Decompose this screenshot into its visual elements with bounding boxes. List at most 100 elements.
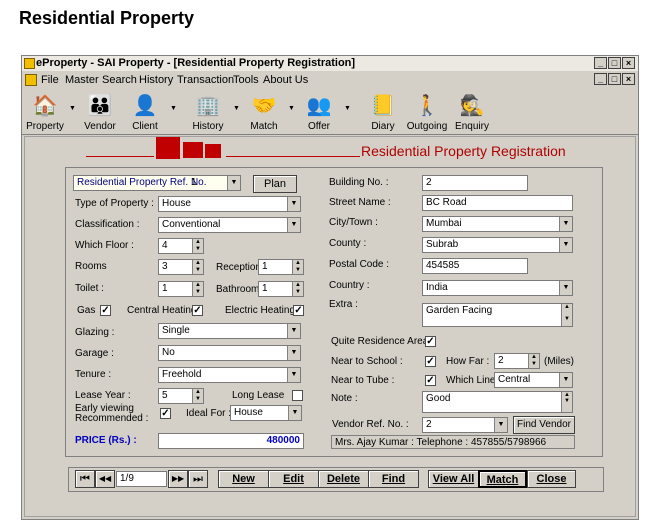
postal-input[interactable]: 454585 xyxy=(422,258,528,274)
tenure-select[interactable]: Freehold ▼ xyxy=(158,367,301,383)
minimize-button[interactable]: _ xyxy=(594,57,607,69)
close-window-button[interactable]: × xyxy=(622,57,635,69)
reception-stepper[interactable]: 1 ▲ ▼ xyxy=(258,259,304,275)
type-select[interactable]: House ▼ xyxy=(158,196,301,212)
toolbar-client[interactable]: 👤 Client xyxy=(125,91,165,133)
find-vendor-button[interactable]: Find Vendor xyxy=(513,416,575,434)
chevron-down-icon[interactable]: ▼ xyxy=(287,197,300,211)
county-label: County : xyxy=(329,238,367,249)
toolbar-enquiry[interactable]: 🕵 Enquiry xyxy=(452,91,492,133)
dropdown-arrow-icon[interactable]: ▼ xyxy=(233,105,240,112)
edit-button[interactable]: Edit xyxy=(268,470,319,488)
spin-icon[interactable]: ▲ ▼ xyxy=(192,282,203,296)
toolbar-match[interactable]: 🤝 Match xyxy=(244,91,284,133)
scrollbar[interactable]: ▲ ▼ xyxy=(561,392,572,412)
chevron-down-icon[interactable]: ▼ xyxy=(227,176,240,190)
toolbar-history[interactable]: 🏢 History xyxy=(188,91,228,133)
extra-textarea[interactable]: Garden Facing ▲ ▼ xyxy=(422,303,573,327)
vendor-ref-select[interactable]: 2 ▼ xyxy=(422,417,508,433)
city-select[interactable]: Mumbai ▼ xyxy=(422,216,573,232)
spin-icon[interactable]: ▲ ▼ xyxy=(528,354,539,368)
maximize-button[interactable]: □ xyxy=(608,57,621,69)
which-line-select[interactable]: Central ▼ xyxy=(494,372,573,388)
chevron-down-icon[interactable]: ▼ xyxy=(287,324,300,338)
dropdown-arrow-icon[interactable]: ▼ xyxy=(288,105,295,112)
doc-close-button[interactable]: × xyxy=(622,73,635,85)
dropdown-arrow-icon[interactable]: ▼ xyxy=(170,105,177,112)
rooms-label: Rooms xyxy=(75,261,107,272)
central-heating-checkbox[interactable]: ✓ xyxy=(192,305,203,316)
spin-icon[interactable]: ▲ ▼ xyxy=(192,239,203,253)
tube-checkbox[interactable]: ✓ xyxy=(425,375,436,386)
delete-button[interactable]: Delete xyxy=(318,470,369,488)
garage-select[interactable]: No ▼ xyxy=(158,345,301,361)
toilet-stepper[interactable]: 1 ▲ ▼ xyxy=(158,281,204,297)
price-input[interactable]: 480000 xyxy=(158,433,304,449)
next-record-button[interactable]: ▶▶ xyxy=(168,470,188,488)
spin-icon[interactable]: ▲ ▼ xyxy=(192,389,203,403)
toolbar-offer[interactable]: 👥 Offer xyxy=(299,91,339,133)
toolbar-diary[interactable]: 📒 Diary xyxy=(363,91,403,133)
match-button[interactable]: Match xyxy=(478,470,527,488)
prev-record-button[interactable]: ◀◀ xyxy=(95,470,115,488)
chevron-down-icon[interactable]: ▼ xyxy=(559,281,572,295)
record-counter[interactable]: 1/9 xyxy=(116,471,167,487)
spin-icon[interactable]: ▲ ▼ xyxy=(292,282,303,296)
ref-no-field[interactable]: Residential Property Ref. No. 1 ▼ xyxy=(73,175,241,191)
doc-restore-button[interactable]: □ xyxy=(608,73,621,85)
how-far-stepper[interactable]: 2 ▲ ▼ xyxy=(494,353,540,369)
chevron-down-icon[interactable]: ▼ xyxy=(287,218,300,232)
view-all-button[interactable]: View All xyxy=(428,470,479,488)
chevron-down-icon[interactable]: ▼ xyxy=(559,373,572,387)
county-select[interactable]: Subrab ▼ xyxy=(422,237,573,253)
dropdown-arrow-icon[interactable]: ▼ xyxy=(344,105,351,112)
menu-search[interactable]: Search xyxy=(102,74,137,86)
chevron-down-icon[interactable]: ▼ xyxy=(288,406,301,420)
gas-checkbox[interactable]: ✓ xyxy=(100,305,111,316)
early-viewing-checkbox[interactable]: ✓ xyxy=(160,408,171,419)
street-input[interactable]: BC Road xyxy=(422,195,573,211)
close-button[interactable]: Close xyxy=(527,470,576,488)
scrollbar[interactable]: ▲ ▼ xyxy=(561,304,572,326)
dropdown-arrow-icon[interactable]: ▼ xyxy=(69,105,76,112)
ideal-for-select[interactable]: House ▼ xyxy=(230,405,302,421)
match-icon: 🤝 xyxy=(251,94,277,117)
chevron-down-icon[interactable]: ▼ xyxy=(287,368,300,382)
classification-select[interactable]: Conventional ▼ xyxy=(158,217,301,233)
floor-stepper[interactable]: 4 ▲ ▼ xyxy=(158,238,204,254)
long-lease-checkbox[interactable] xyxy=(292,390,303,401)
new-button[interactable]: New xyxy=(218,470,269,488)
plan-button[interactable]: Plan xyxy=(253,175,297,193)
menu-file[interactable]: File xyxy=(41,74,59,86)
note-textarea[interactable]: Good ▲ ▼ xyxy=(422,391,573,413)
chevron-down-icon[interactable]: ▼ xyxy=(559,238,572,252)
toolbar-property[interactable]: 🏠 Property xyxy=(25,91,65,133)
menu-tools[interactable]: Tools xyxy=(233,74,259,86)
toolbar-vendor[interactable]: 👪 Vendor xyxy=(80,91,120,133)
find-button[interactable]: Find xyxy=(368,470,419,488)
spin-icon[interactable]: ▲ ▼ xyxy=(192,260,203,274)
house-logo-icon xyxy=(156,137,180,159)
quite-residence-checkbox[interactable]: ✓ xyxy=(425,336,436,347)
glazing-select[interactable]: Single ▼ xyxy=(158,323,301,339)
bathroom-stepper[interactable]: 1 ▲ ▼ xyxy=(258,281,304,297)
menu-transaction[interactable]: Transaction xyxy=(177,74,234,86)
doc-minimize-button[interactable]: _ xyxy=(594,73,607,85)
chevron-down-icon[interactable]: ▼ xyxy=(559,217,572,231)
last-record-button[interactable]: ⏭ xyxy=(188,470,208,488)
school-checkbox[interactable]: ✓ xyxy=(425,356,436,367)
country-select[interactable]: India ▼ xyxy=(422,280,573,296)
toolbar-outgoing[interactable]: 🚶 Outgoing xyxy=(406,91,448,133)
spin-icon[interactable]: ▲ ▼ xyxy=(292,260,303,274)
menu-master[interactable]: Master xyxy=(65,74,99,86)
menu-about[interactable]: About Us xyxy=(263,74,308,86)
lease-year-stepper[interactable]: 5 ▲ ▼ xyxy=(158,388,204,404)
long-lease-label: Long Lease xyxy=(232,390,285,401)
first-record-button[interactable]: ⏮ xyxy=(75,470,95,488)
electric-heating-checkbox[interactable]: ✓ xyxy=(293,305,304,316)
chevron-down-icon[interactable]: ▼ xyxy=(494,418,507,432)
building-input[interactable]: 2 xyxy=(422,175,528,191)
chevron-down-icon[interactable]: ▼ xyxy=(287,346,300,360)
rooms-stepper[interactable]: 3 ▲ ▼ xyxy=(158,259,204,275)
menu-history[interactable]: History xyxy=(139,74,173,86)
